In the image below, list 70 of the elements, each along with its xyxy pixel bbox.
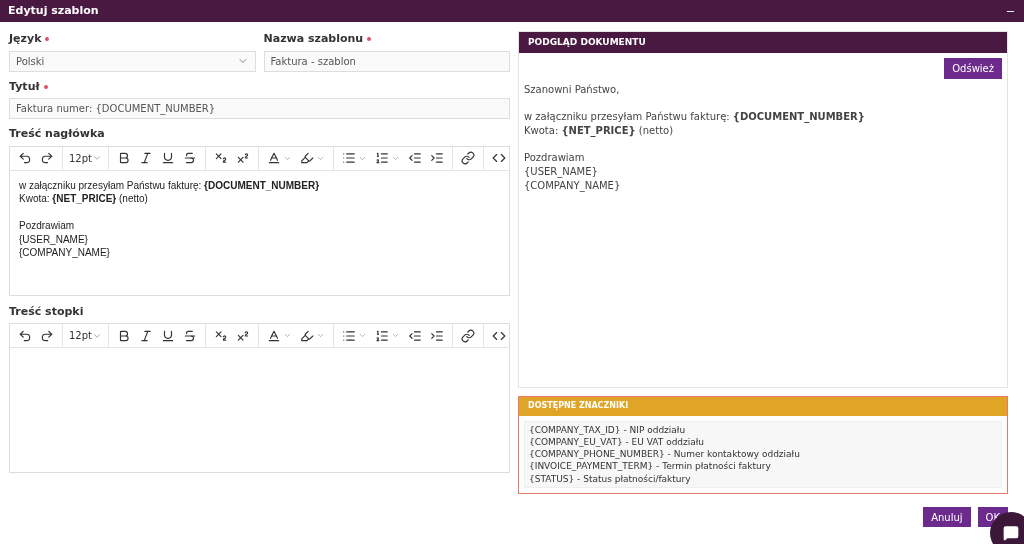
numbered-list-icon xyxy=(375,151,389,165)
preview-text-line: Kwota: {NET_PRICE} (netto) xyxy=(524,124,675,138)
rich-text-editor[interactable]: 12pt w załączniku przesyłam Państwu fakturę: {DOCUMENT_NUMBER} Kwota: {NET_PRICE} (netto) Pozdrawiam {USER_NAME} {COMPANY_NAME} xyxy=(9,145,510,296)
superscript-icon xyxy=(236,151,250,165)
superscript-icon xyxy=(236,328,250,343)
language-select[interactable]: Polski xyxy=(9,50,256,72)
template-name-field[interactable]: Faktura - szablon xyxy=(263,50,510,72)
preview-text-line: {COMPANY_NAME} xyxy=(524,178,622,193)
tag-item: {STATUS} - Status płatności/faktury xyxy=(529,472,692,485)
indent-icon xyxy=(430,151,444,165)
numbered-list-icon xyxy=(375,328,389,343)
bullet-list-icon xyxy=(342,328,356,343)
chevron-down-icon xyxy=(283,331,292,340)
link-icon xyxy=(461,151,475,165)
chevron-down-icon xyxy=(92,153,102,163)
code-icon xyxy=(492,151,506,165)
text-color-icon xyxy=(267,151,281,165)
text-color-icon xyxy=(267,328,281,343)
tag-item: {COMPANY_TAX_ID} - NIP oddziału xyxy=(529,423,687,436)
preview-text-line: w załączniku przesyłam Państwu fakturę: {DOCUMENT_NUMBER} xyxy=(524,110,866,125)
panel-title: DOSTĘPNE ZNACZNIKI xyxy=(528,400,629,413)
field-label: Nazwa szablonu xyxy=(263,31,364,47)
refresh-button[interactable]: Odśwież xyxy=(944,58,1002,79)
indent-icon xyxy=(430,328,444,343)
underline-icon xyxy=(161,328,175,343)
chevron-down-icon xyxy=(316,331,325,340)
title-field[interactable]: Faktura numer: {DOCUMENT_NUMBER} xyxy=(9,98,510,119)
bold-icon xyxy=(117,328,131,343)
link-icon xyxy=(461,328,475,343)
editor-text-line: Pozdrawiam xyxy=(19,219,76,233)
dialog-button[interactable]: Anuluj xyxy=(923,507,971,527)
chat-icon xyxy=(1003,525,1019,541)
outdent-icon xyxy=(408,328,422,343)
subscript-icon xyxy=(214,151,228,165)
field-label: Treść stopki xyxy=(9,303,84,320)
editor-text-line: Kwota: {NET_PRICE} (netto) xyxy=(19,192,149,206)
redo-icon xyxy=(40,328,54,343)
tag-item: {INVOICE_PAYMENT_TERM} - Termin płatności faktury xyxy=(529,460,772,473)
field-label: Język xyxy=(9,31,42,47)
editor-text-line: {USER_NAME} xyxy=(19,232,89,246)
editor-text-line: {COMPANY_NAME} xyxy=(19,246,111,260)
bold-icon xyxy=(117,151,131,165)
field-label: Treść nagłówka xyxy=(9,126,105,142)
preview-text-line: Szanowni Państwo, xyxy=(524,83,621,97)
italic-icon xyxy=(139,151,153,165)
undo-icon xyxy=(18,151,32,165)
strikethrough-icon xyxy=(183,328,197,343)
redo-icon xyxy=(40,151,54,165)
highlighter-icon xyxy=(300,328,314,343)
editor-text-line: w załączniku przesyłam Państwu fakturę: {DOCUMENT_NUMBER} xyxy=(19,178,321,192)
rich-text-editor[interactable]: 12pt xyxy=(9,323,510,473)
subscript-icon xyxy=(214,328,228,343)
chevron-down-icon xyxy=(391,331,400,340)
preview-text-line: Pozdrawiam xyxy=(524,151,586,166)
font-size-select[interactable]: 12pt xyxy=(63,146,109,170)
field-label: Tytuł xyxy=(9,78,40,95)
underline-icon xyxy=(161,151,175,165)
chevron-down-icon xyxy=(358,331,367,340)
tag-item: {COMPANY_PHONE_NUMBER} - Numer kontaktowy oddziału xyxy=(529,448,801,461)
italic-icon xyxy=(139,328,153,343)
tag-item: {COMPANY_EU_VAT} - EU VAT oddziału xyxy=(529,435,706,449)
highlighter-icon xyxy=(300,151,314,165)
preview-text-line: {USER_NAME} xyxy=(524,165,599,179)
outdent-icon xyxy=(408,151,422,165)
strikethrough-icon xyxy=(183,151,197,165)
bullet-list-icon xyxy=(342,151,356,165)
undo-icon xyxy=(18,328,32,343)
window-title: Edytuj szablon xyxy=(8,2,99,19)
font-size-select[interactable]: 12pt xyxy=(63,324,109,347)
panel-title: PODGLĄD DOKUMENTU xyxy=(528,35,646,49)
